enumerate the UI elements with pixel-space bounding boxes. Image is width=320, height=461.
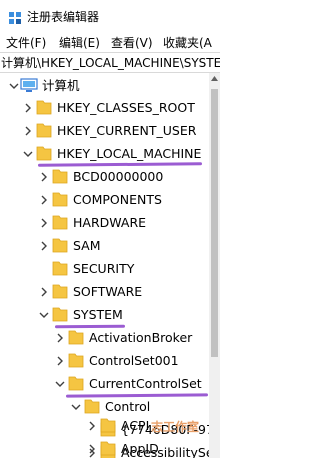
folder-icon [52, 215, 68, 230]
tree-label: Control [105, 399, 151, 414]
folder-open-icon [84, 399, 100, 414]
folder-open-icon [52, 307, 68, 322]
folder-icon [100, 441, 116, 456]
tree-label: SOFTWARE [73, 284, 143, 299]
tree-node-hardware[interactable]: HARDWARE [0, 211, 209, 235]
folder-icon [68, 330, 84, 345]
tree-node-hkcu[interactable]: HKEY_CURRENT_USER [0, 119, 209, 143]
tree-node-appid[interactable]: AppID [0, 437, 209, 461]
vertical-scrollbar[interactable] [209, 73, 220, 458]
chevron-right-icon[interactable] [38, 286, 50, 298]
tree-label: SAM [73, 238, 101, 253]
menu-view[interactable]: 查看(V) [111, 34, 153, 52]
tree-node-activation-broker[interactable]: ActivationBroker [0, 326, 209, 350]
tree-node-current-control-set[interactable]: CurrentControlSet [0, 372, 209, 398]
chevron-right-icon[interactable] [38, 240, 50, 252]
watermark: 志工作室 [151, 420, 200, 434]
menu-file[interactable]: 文件(F) [6, 34, 46, 52]
tree-label: SYSTEM [73, 307, 123, 322]
folder-open-icon [36, 146, 52, 161]
tree-label: ActivationBroker [89, 330, 193, 345]
chevron-down-icon[interactable] [8, 80, 20, 92]
tree-label: HKEY_CLASSES_ROOT [57, 100, 195, 115]
folder-open-icon [68, 376, 84, 391]
chevron-right-icon[interactable] [86, 443, 98, 455]
folder-icon [52, 192, 68, 207]
chevron-right-icon[interactable] [38, 217, 50, 229]
chevron-down-icon[interactable] [38, 309, 50, 321]
chevron-right-icon[interactable] [38, 194, 50, 206]
tree-node-sam[interactable]: SAM [0, 234, 209, 258]
menu-favorites[interactable]: 收藏夹(A [163, 34, 212, 52]
chevron-right-icon[interactable] [86, 420, 98, 432]
registry-tree: 计算机 HKEY_CLASSES_ROOT HKEY_CURRENT_USER … [0, 73, 209, 458]
title-bar: 注册表编辑器 [0, 0, 220, 34]
folder-icon [52, 169, 68, 184]
folder-icon [36, 123, 52, 138]
menu-edit[interactable]: 编辑(E) [59, 34, 100, 52]
tree-label: AppID [121, 441, 159, 456]
tree-label: ControlSet001 [89, 353, 179, 368]
window-title: 注册表编辑器 [27, 10, 100, 24]
chevron-down-icon[interactable] [54, 378, 66, 390]
chevron-right-icon[interactable] [54, 355, 66, 367]
folder-icon [52, 284, 68, 299]
tree-label: COMPONENTS [73, 192, 162, 207]
chevron-right-icon[interactable] [22, 125, 34, 137]
chevron-down-icon[interactable] [70, 401, 82, 413]
folder-icon [36, 100, 52, 115]
tree-node-computer[interactable]: 计算机 [0, 74, 209, 98]
menu-bar: 文件(F) 编辑(E) 查看(V) 收藏夹(A [0, 34, 220, 54]
tree-node-hkcr[interactable]: HKEY_CLASSES_ROOT [0, 96, 209, 120]
tree-node-security[interactable]: SECURITY [0, 257, 209, 281]
folder-icon [52, 238, 68, 253]
tree-node-components[interactable]: COMPONENTS [0, 188, 209, 212]
chevron-right-icon[interactable] [38, 171, 50, 183]
tree-label: HKEY_CURRENT_USER [57, 123, 197, 138]
tree-label: HARDWARE [73, 215, 147, 230]
chevron-down-icon[interactable] [22, 148, 34, 160]
scrollbar-thumb[interactable] [211, 89, 218, 357]
tree-node-system[interactable]: SYSTEM [0, 303, 209, 329]
tree-node-controlset001[interactable]: ControlSet001 [0, 349, 209, 373]
tree-label: ACPI [121, 418, 150, 433]
chevron-right-icon[interactable] [22, 102, 34, 114]
tree-node-software[interactable]: SOFTWARE [0, 280, 209, 304]
folder-icon [100, 418, 116, 433]
tree-node-hklm[interactable]: HKEY_LOCAL_MACHINE [0, 142, 209, 167]
tree-label: HKEY_LOCAL_MACHINE [57, 146, 202, 161]
address-path[interactable]: 计算机\HKEY_LOCAL_MACHINE\SYSTEM [1, 55, 220, 71]
address-bar[interactable]: 计算机\HKEY_LOCAL_MACHINE\SYSTEM [0, 52, 220, 73]
computer-icon [20, 78, 38, 92]
folder-icon [52, 261, 68, 276]
tree-label: SECURITY [73, 261, 135, 276]
tree-label: 计算机 [42, 78, 80, 93]
folder-icon [68, 353, 84, 368]
tree-label: BCD00000000 [73, 169, 164, 184]
scroll-up-arrow-icon[interactable] [209, 73, 220, 85]
registry-editor-icon [9, 12, 21, 24]
chevron-right-icon[interactable] [54, 332, 66, 344]
tree-label: CurrentControlSet [89, 376, 202, 391]
tree-node-bcd[interactable]: BCD00000000 [0, 165, 209, 189]
